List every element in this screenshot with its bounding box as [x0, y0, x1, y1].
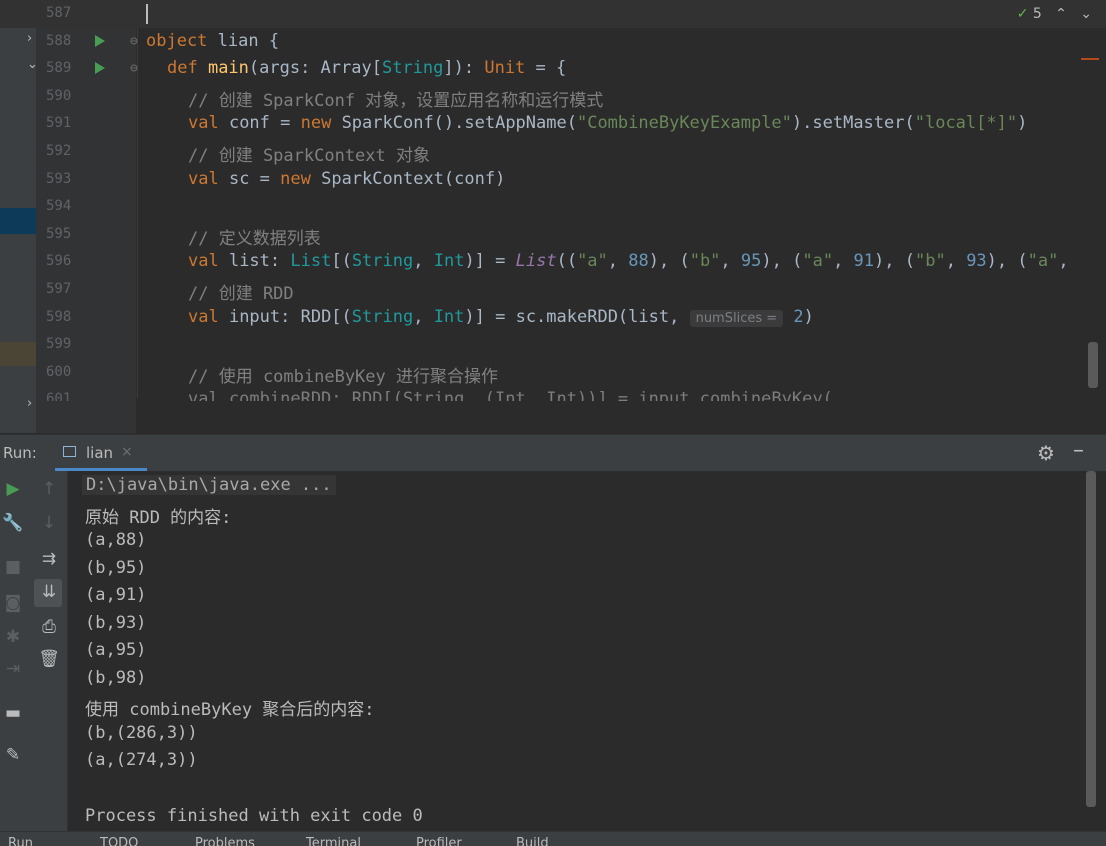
fold-icon[interactable]: ⊖ [130, 61, 138, 76]
line-number: 592 [46, 143, 72, 159]
line-number: 589 [46, 60, 72, 77]
fold-icon[interactable]: ⊖ [130, 34, 138, 49]
code-comment: // 使用 combineByKey 进行聚合操作 [188, 366, 498, 387]
console-line: (a,88) [85, 530, 147, 550]
code-line[interactable]: 588 ⊖ object lian { [0, 28, 1106, 56]
up-arrow-icon[interactable]: ↑ [37, 479, 61, 499]
line-number: 599 [46, 336, 72, 353]
pin-icon[interactable]: ✎ [1, 745, 25, 765]
line-number: 597 [46, 281, 72, 297]
previous-highlight-icon[interactable]: ⌃ [1046, 6, 1067, 22]
console-line: (b,98) [85, 668, 147, 688]
bug-icon[interactable]: ✱ [1, 627, 25, 647]
console-line: (b,93) [85, 613, 147, 633]
code-line[interactable]: 600 // 使用 combineByKey 进行聚合操作 [0, 359, 1106, 387]
minimize-icon[interactable]: – [1073, 438, 1084, 463]
line-number: 594 [46, 198, 72, 215]
code-line[interactable]: 592 // 创建 SparkContext 对象 [0, 138, 1106, 166]
down-arrow-icon[interactable]: ↓ [37, 513, 61, 533]
code-line[interactable]: 589 ⊖ def main(args: Array[String]): Uni… [0, 55, 1106, 83]
code-comment: // 创建 SparkContext 对象 [188, 146, 430, 166]
line-number: 596 [46, 253, 72, 270]
run-gutter-icon[interactable] [95, 62, 105, 75]
code-text: val sc = new SparkContext(conf) [188, 168, 506, 189]
console-line: (a,95) [85, 640, 147, 660]
code-line[interactable]: 593 val sc = new SparkContext(conf) [0, 166, 1106, 194]
console-line: (b,95) [85, 558, 147, 578]
line-number: 598 [46, 308, 72, 325]
line-number: 587 [46, 5, 72, 21]
exit-icon[interactable]: ⇥ [1, 659, 25, 679]
layout-icon[interactable]: ▬ [1, 703, 25, 723]
console-line: Process finished with exit code 0 [85, 806, 423, 826]
next-highlight-icon[interactable]: ⌄ [1071, 6, 1092, 22]
code-comment: // 创建 RDD [188, 284, 294, 304]
print-icon[interactable]: ⎙ [37, 617, 61, 637]
run-icon[interactable]: ▶ [1, 479, 25, 499]
line-number: 588 [46, 32, 72, 49]
console-command-line[interactable]: D:\java\bin\java.exe ... [82, 475, 336, 495]
code-line[interactable]: 597 // 创建 RDD [0, 276, 1106, 304]
line-number: 593 [46, 170, 72, 187]
run-gutter-icon[interactable] [95, 34, 105, 47]
line-number: 600 [46, 363, 72, 380]
run-panel-header: Run: lian × ⚙ – [0, 434, 1106, 471]
code-text: val list: List[(String, Int)] = List(("a… [188, 251, 1069, 272]
error-stripe-marker[interactable] [1081, 58, 1099, 60]
wrench-icon[interactable]: 🔧 [1, 513, 25, 533]
run-toolbar-right: ↑ ↓ ⇉ ⇊ ⎙ 🗑 [31, 471, 68, 831]
code-text: val conf = new SparkConf().setAppName("C… [188, 113, 1028, 134]
close-icon[interactable]: × [121, 444, 133, 460]
console-line: 原始 RDD 的内容: [85, 508, 232, 528]
trash-icon[interactable]: 🗑 [37, 649, 61, 669]
code-line[interactable]: 601 val combineRDD: RDD[(String, (Int, I… [0, 386, 1106, 401]
code-line[interactable]: 598 val input: RDD[(String, Int)] = sc.m… [0, 304, 1106, 332]
code-line[interactable]: 596 val list: List[(String, Int)] = List… [0, 248, 1106, 276]
console-line: 使用 combineByKey 聚合后的内容: [85, 700, 375, 720]
code-line[interactable]: 595 // 定义数据列表 [0, 221, 1106, 249]
code-line[interactable]: 590 // 创建 SparkConf 对象，设置应用名称和运行模式 [0, 83, 1106, 111]
stop-icon[interactable]: ■ [1, 557, 25, 577]
scroll-to-end-icon[interactable]: ⇊ [37, 582, 61, 602]
tab-lian[interactable]: lian × [55, 435, 147, 471]
console-scrollbar[interactable] [1086, 471, 1096, 807]
code-text: val input: RDD[(String, Int)] = sc.makeR… [188, 306, 814, 327]
gear-icon[interactable]: ⚙ [1037, 441, 1055, 465]
code-line[interactable]: 594 [0, 193, 1106, 221]
inspection-count: 5 [1032, 6, 1042, 22]
run-panel-label: Run: [3, 444, 37, 462]
soft-wrap-icon[interactable]: ⇉ [37, 549, 61, 569]
code-line[interactable]: 587 [0, 0, 1106, 28]
parameter-hint: numSlices = [689, 309, 784, 327]
console-line: (a,91) [85, 585, 147, 605]
tab-label: lian [86, 444, 114, 462]
inspection-widget[interactable]: ✓ 5 ⌃ ⌄ [1017, 6, 1092, 22]
console-output[interactable]: D:\java\bin\java.exe ... 原始 RDD 的内容: (a,… [68, 471, 1106, 831]
code-text: val combineRDD: RDD[(String, (Int, Int))… [188, 389, 833, 402]
inspection-check-icon: ✓ [1016, 6, 1029, 22]
code-line[interactable]: 591 val conf = new SparkConf().setAppNam… [0, 110, 1106, 138]
console-icon [63, 446, 76, 457]
line-number: 591 [46, 115, 72, 132]
code-text: def main(args: Array[String]): Unit = { [167, 58, 567, 79]
console-line: (b,(286,3)) [85, 723, 198, 743]
bottom-tool-bar: Run TODO Problems Terminal Profiler Buil… [0, 831, 1106, 846]
line-number: 595 [46, 225, 72, 242]
line-number: 601 [46, 391, 72, 402]
camera-icon[interactable]: ◙ [1, 593, 25, 613]
code-line[interactable]: 599 [0, 331, 1106, 359]
text-caret [146, 4, 148, 24]
code-editor[interactable]: › ⌄ › ⌄ 587 588 ⊖ object lian { 589 ⊖ de… [0, 0, 1106, 433]
line-number: 590 [46, 87, 72, 104]
code-text: object lian { [146, 30, 280, 51]
code-comment: // 定义数据列表 [188, 228, 321, 249]
console-line: (a,(274,3)) [85, 750, 198, 770]
run-toolbar-left: ▶ 🔧 ■ ◙ ✱ ⇥ ▬ ✎ [0, 471, 31, 831]
editor-scrollbar[interactable] [1088, 342, 1098, 388]
code-comment: // 创建 SparkConf 对象，设置应用名称和运行模式 [188, 90, 604, 111]
